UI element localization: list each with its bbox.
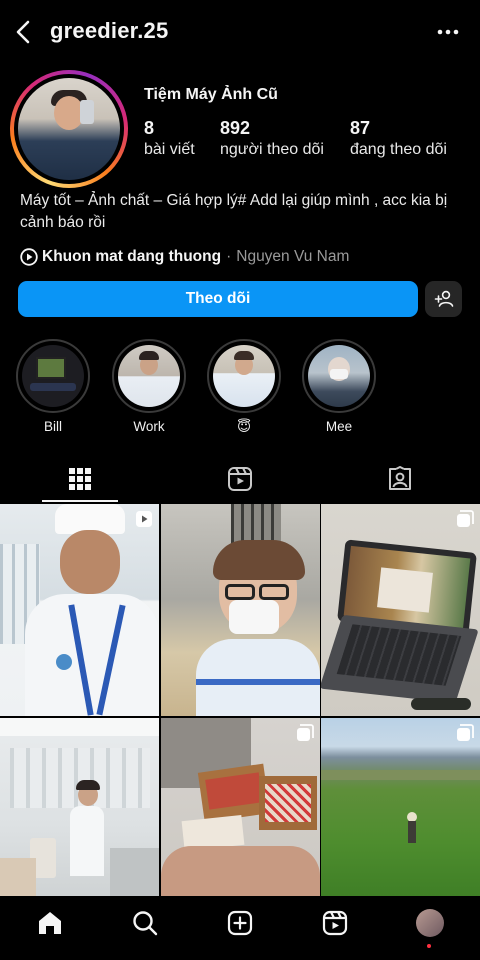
- tagged-icon: [389, 466, 411, 490]
- reels-icon: [228, 467, 252, 491]
- multiple-photos-icon: [457, 724, 474, 741]
- stat-following-count: 87: [350, 118, 371, 138]
- nav-home[interactable]: [35, 908, 65, 938]
- play-icon: [20, 248, 38, 266]
- stat-following[interactable]: 87 đang theo dõi: [350, 118, 447, 159]
- profile-bio: Máy tốt – Ảnh chất – Giá hợp lý# Add lại…: [20, 192, 448, 231]
- profile-username: greedier.25: [50, 18, 169, 43]
- post-thumbnail[interactable]: [161, 718, 320, 896]
- highlight-label: Work: [133, 419, 165, 434]
- top-bar: greedier.25: [0, 0, 480, 64]
- reels-icon: [322, 910, 348, 936]
- multiple-photos-icon: [457, 510, 474, 527]
- highlight-label: 😇: [236, 419, 252, 434]
- post-thumbnail[interactable]: [161, 504, 320, 716]
- avatar-story-ring[interactable]: [10, 70, 128, 188]
- nav-search[interactable]: [130, 908, 160, 938]
- highlight-cover: [118, 345, 180, 407]
- stat-posts[interactable]: 8 bài viết: [144, 118, 195, 159]
- post-thumbnail[interactable]: [0, 718, 159, 896]
- grid-icon: [69, 468, 91, 490]
- display-name: Tiệm Máy Ảnh Cũ: [144, 86, 278, 103]
- reels-icon: [136, 511, 152, 527]
- stat-posts-count: 8: [144, 118, 155, 138]
- music-song-title: Khuon mat dang thuong: [42, 248, 222, 265]
- post-thumbnail[interactable]: [321, 718, 480, 896]
- search-icon: [133, 911, 158, 936]
- multiple-photos-icon: [297, 724, 314, 741]
- back-icon[interactable]: [12, 18, 36, 46]
- nav-reels[interactable]: [320, 908, 350, 938]
- home-icon: [39, 912, 61, 934]
- posts-grid: [0, 504, 480, 896]
- highlight-label: Mee: [325, 419, 353, 434]
- notification-dot: [427, 944, 431, 948]
- tab-tagged[interactable]: [320, 455, 480, 503]
- highlight-bill[interactable]: Bill: [16, 339, 90, 434]
- post-thumbnail[interactable]: [0, 504, 159, 716]
- more-icon[interactable]: [436, 28, 460, 36]
- highlight-cover: [22, 345, 84, 407]
- highlight-cover: [308, 345, 370, 407]
- highlight-emoji[interactable]: 😇: [207, 339, 281, 435]
- avatar: [416, 909, 444, 937]
- active-tab-indicator: [42, 500, 118, 502]
- nav-profile[interactable]: [415, 908, 445, 938]
- stat-following-label: đang theo dõi: [350, 141, 447, 158]
- highlight-cover: [213, 345, 275, 407]
- stat-followers-count: 892: [220, 118, 251, 138]
- post-thumbnail[interactable]: [321, 504, 480, 716]
- follow-button[interactable]: Theo dõi: [18, 281, 418, 317]
- music-artist: Nguyen Vu Nam: [236, 248, 350, 265]
- profile-music[interactable]: Khuon mat dang thuong · Nguyen Vu Nam: [20, 247, 349, 267]
- add-person-icon: [434, 290, 453, 307]
- create-icon: [227, 910, 253, 936]
- stat-followers-label: người theo dõi: [220, 141, 324, 158]
- profile-tabs: [0, 455, 480, 503]
- stat-followers[interactable]: 892 người theo dõi: [220, 118, 324, 159]
- music-separator: ·: [226, 248, 232, 265]
- nav-create[interactable]: [225, 908, 255, 938]
- highlight-mee[interactable]: Mee: [302, 339, 376, 434]
- tab-reels[interactable]: [160, 455, 320, 503]
- bottom-navigation: [0, 896, 480, 960]
- avatar: [18, 78, 120, 180]
- stat-posts-label: bài viết: [144, 141, 195, 158]
- highlight-label: Bill: [43, 419, 62, 434]
- suggested-people-button[interactable]: [425, 281, 462, 317]
- tab-posts[interactable]: [0, 455, 160, 503]
- highlight-work[interactable]: Work: [112, 339, 186, 434]
